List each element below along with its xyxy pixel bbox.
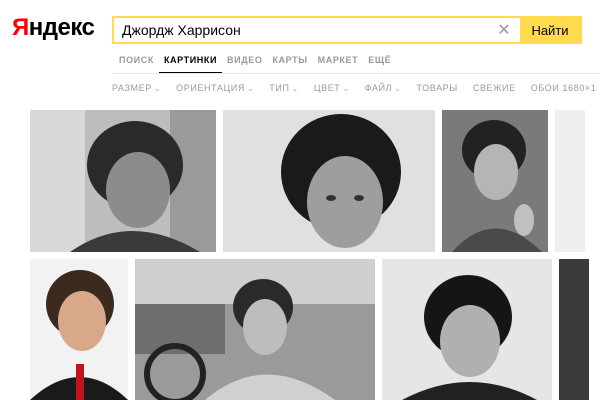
image-result[interactable] (555, 110, 585, 252)
filter-label: ТОВАРЫ (416, 83, 458, 93)
filter-size[interactable]: РАЗМЕР ⌄ (112, 83, 161, 93)
portrait-thumbnail (559, 259, 589, 400)
image-result[interactable] (442, 110, 548, 252)
tab-video[interactable]: ВИДЕО (222, 53, 267, 74)
filter-label: ФАЙЛ (364, 83, 393, 93)
search-button[interactable]: Найти (520, 18, 580, 42)
chevron-down-icon: ⌄ (153, 83, 162, 93)
filter-label: ОБОИ 1680×1 (530, 83, 597, 93)
image-result[interactable] (135, 259, 375, 400)
chevron-down-icon: ⌄ (291, 83, 299, 93)
filter-label: ЦВЕТ (313, 83, 341, 93)
logo-letter: Я (12, 14, 29, 41)
portrait-thumbnail (555, 110, 585, 252)
portrait-thumbnail (382, 259, 552, 400)
image-result[interactable] (559, 259, 589, 400)
image-result[interactable] (30, 110, 216, 252)
search-input[interactable] (114, 18, 492, 42)
portrait-thumbnail (30, 110, 216, 252)
yandex-logo[interactable]: Яндекс (12, 14, 95, 42)
logo-text: ндекс (28, 14, 95, 41)
chevron-down-icon: ⌄ (246, 83, 255, 93)
image-result[interactable] (223, 110, 435, 252)
filter-wallpapers[interactable]: ОБОИ 1680×1 (531, 83, 597, 93)
image-result[interactable] (382, 259, 552, 400)
divider (112, 73, 600, 74)
filter-label: ОРИЕНТАЦИЯ (176, 83, 245, 93)
filter-label: ТИП (269, 83, 290, 93)
filter-bar: РАЗМЕР ⌄ ОРИЕНТАЦИЯ ⌄ ТИП ⌄ ЦВЕТ ⌄ ФАЙЛ ⌄ ТОВ… (112, 83, 600, 93)
filter-color[interactable]: ЦВЕТ ⌄ (314, 83, 350, 93)
close-icon[interactable]: ✕ (492, 18, 516, 42)
search-bar: ✕ Найти (112, 16, 582, 44)
tab-market[interactable]: МАРКЕТ (313, 53, 364, 74)
filter-file[interactable]: ФАЙЛ ⌄ (365, 83, 402, 93)
service-tabs: ПОИСК КАРТИНКИ ВИДЕО КАРТЫ МАРКЕТ ЕЩЁ (114, 53, 396, 74)
filter-label: СВЕЖИЕ (472, 83, 516, 93)
portrait-thumbnail (135, 259, 375, 400)
filter-products[interactable]: ТОВАРЫ (416, 83, 457, 93)
tab-more[interactable]: ЕЩЁ (363, 53, 396, 74)
filter-fresh[interactable]: СВЕЖИЕ (473, 83, 516, 93)
tab-maps[interactable]: КАРТЫ (267, 53, 312, 74)
filter-label: РАЗМЕР (112, 83, 152, 93)
portrait-thumbnail (30, 259, 128, 400)
chevron-down-icon: ⌄ (342, 83, 350, 93)
tab-images[interactable]: КАРТИНКИ (158, 53, 223, 74)
filter-orientation[interactable]: ОРИЕНТАЦИЯ ⌄ (176, 83, 254, 93)
portrait-thumbnail (223, 110, 435, 252)
tab-search[interactable]: ПОИСК (114, 53, 159, 74)
filter-type[interactable]: ТИП ⌄ (269, 83, 299, 93)
portrait-thumbnail (442, 110, 548, 252)
image-result[interactable] (30, 259, 128, 400)
chevron-down-icon: ⌄ (394, 83, 402, 93)
